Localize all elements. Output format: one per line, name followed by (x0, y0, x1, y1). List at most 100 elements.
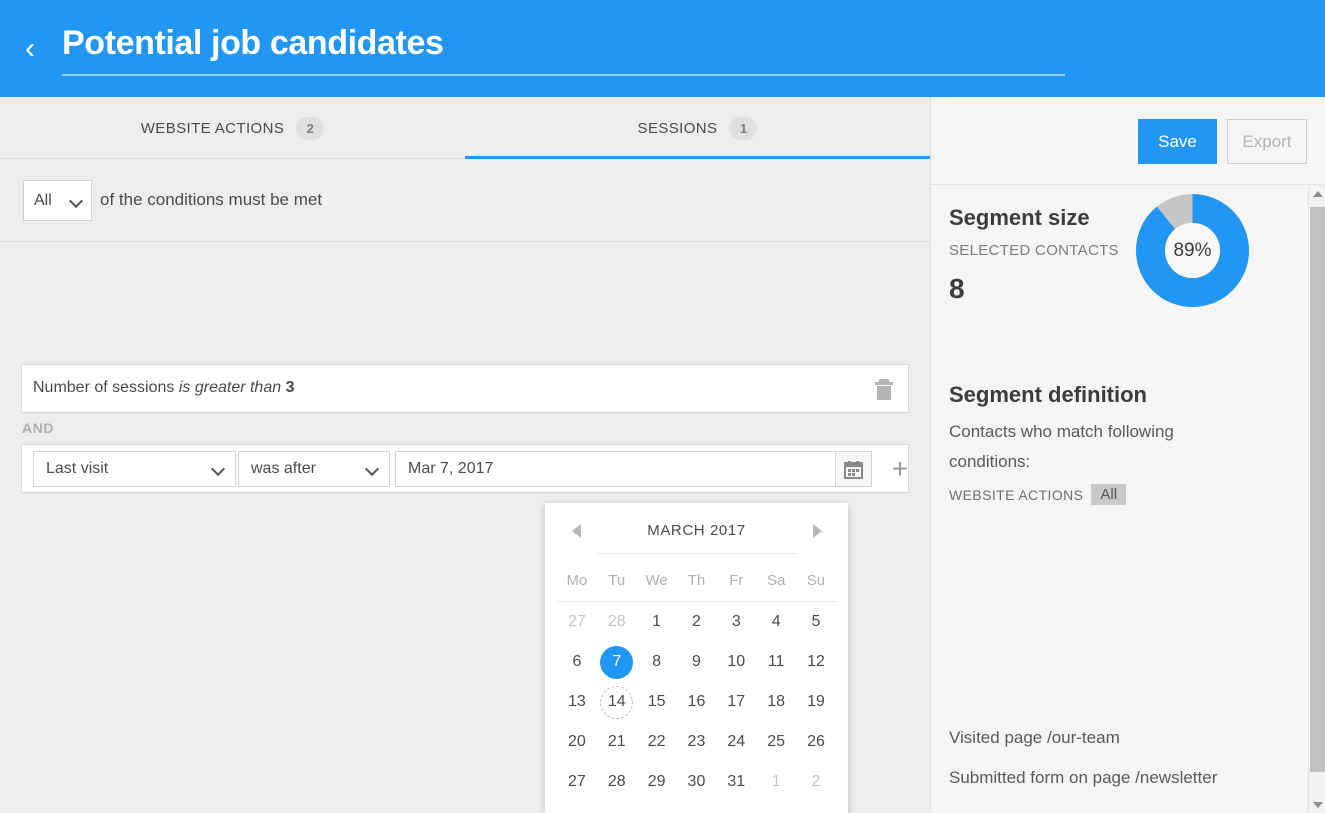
datepicker-day[interactable]: 27 (557, 602, 597, 642)
datepicker-day[interactable]: 5 (796, 602, 836, 642)
tab-website-actions[interactable]: WEBSITE ACTIONS 2 (0, 97, 465, 159)
chevron-down-icon (367, 464, 377, 474)
datepicker-day-label: 27 (568, 613, 586, 630)
datepicker-day[interactable]: 28 (597, 762, 637, 802)
definition-group-chip: All (1091, 484, 1127, 505)
datepicker-day[interactable]: 21 (597, 722, 637, 762)
calendar-icon[interactable] (836, 451, 872, 487)
datepicker-day-label: 1 (771, 773, 781, 790)
title-underline (62, 74, 1065, 76)
segment-editor-app: ‹ Potential job candidates WEBSITE ACTIO… (0, 0, 1325, 813)
datepicker-day[interactable]: 23 (677, 722, 717, 762)
tab-bar: WEBSITE ACTIONS 2 SESSIONS 1 (0, 97, 930, 159)
tab-sessions[interactable]: SESSIONS 1 (465, 97, 930, 159)
datepicker-day[interactable]: 26 (796, 722, 836, 762)
datepicker-day-label: 2 (811, 773, 821, 790)
datepicker-day-label: 15 (647, 693, 666, 710)
match-mode-select[interactable]: All (23, 180, 92, 221)
condition-builder-row: Last visit was after Mar 7, 2017 + (21, 444, 909, 493)
datepicker-day[interactable]: 19 (796, 682, 836, 722)
datepicker-day-label: 3 (731, 613, 741, 630)
match-rule-text: of the conditions must be met (100, 190, 323, 209)
datepicker-day[interactable]: 17 (716, 682, 756, 722)
datepicker-day[interactable]: 4 (756, 602, 796, 642)
save-button[interactable]: Save (1138, 119, 1217, 164)
condition-field-select[interactable]: Last visit (33, 451, 236, 487)
datepicker-day[interactable]: 14 (597, 682, 637, 722)
datepicker-day[interactable]: 16 (677, 682, 717, 722)
datepicker-day[interactable]: 2 (796, 762, 836, 802)
condition-joiner-label: AND (22, 420, 55, 436)
datepicker-day[interactable]: 1 (637, 602, 677, 642)
datepicker-day[interactable]: 27 (557, 762, 597, 802)
match-rule-row: All of the conditions must be met (0, 159, 930, 242)
datepicker-popup[interactable]: MARCH 2017 Mo Tu We Th Fr Sa Su 27 28 1 2 3 4 5 6 7 8 9 10… (545, 503, 848, 813)
trash-icon[interactable] (874, 378, 894, 401)
datepicker-day-label: 25 (767, 733, 786, 750)
datepicker-day-label: 8 (652, 653, 662, 670)
datepicker-day[interactable]: 28 (597, 602, 637, 642)
datepicker-day-label: 30 (687, 773, 706, 790)
datepicker-dow-fr: Fr (729, 571, 744, 589)
triangle-left-icon[interactable] (563, 518, 589, 544)
datepicker-day[interactable]: 12 (796, 642, 836, 682)
condition-field-value: Last visit (46, 460, 109, 477)
datepicker-day-label: 29 (647, 773, 666, 790)
definition-group-header-website-actions: WEBSITE ACTIONS All (949, 484, 1127, 505)
chevron-down-icon (213, 464, 223, 474)
datepicker-day[interactable]: 3 (716, 602, 756, 642)
datepicker-day[interactable]: 8 (756, 802, 796, 813)
datepicker-day-label: 28 (607, 773, 626, 790)
date-input[interactable]: Mar 7, 2017 (395, 451, 836, 487)
datepicker-day[interactable]: 7 (716, 802, 756, 813)
datepicker-day[interactable]: 8 (637, 642, 677, 682)
triangle-up-icon[interactable] (1309, 185, 1325, 202)
datepicker-day-label: 7 (720, 806, 753, 813)
scrollbar-thumb[interactable] (1310, 207, 1325, 772)
datepicker-day[interactable]: 5 (637, 802, 677, 813)
tab-website-actions-badge: 2 (296, 116, 325, 140)
datepicker-day-label: 21 (607, 733, 626, 750)
datepicker-day-label: 3 (560, 806, 593, 813)
datepicker-day[interactable]: 24 (716, 722, 756, 762)
datepicker-day[interactable]: 20 (557, 722, 597, 762)
datepicker-day[interactable]: 31 (716, 762, 756, 802)
datepicker-day[interactable]: 6 (557, 642, 597, 682)
panel-actions-bar: Save Export (931, 97, 1325, 185)
condition-operator-select[interactable]: was after (238, 451, 390, 487)
datepicker-day[interactable]: 3 (557, 802, 597, 813)
triangle-down-icon[interactable] (1309, 796, 1325, 813)
datepicker-day[interactable]: 30 (677, 762, 717, 802)
datepicker-day[interactable]: 13 (557, 682, 597, 722)
datepicker-day-label: 10 (727, 653, 746, 670)
datepicker-day[interactable]: 7 (597, 642, 637, 682)
condition-value: 3 (285, 379, 295, 396)
panel-scrollbar[interactable] (1308, 185, 1325, 813)
datepicker-day-label: 16 (687, 693, 706, 710)
plus-icon[interactable]: + (886, 455, 914, 483)
datepicker-day[interactable]: 15 (637, 682, 677, 722)
datepicker-day[interactable]: 6 (677, 802, 717, 813)
datepicker-day[interactable]: 9 (796, 802, 836, 813)
datepicker-day[interactable]: 22 (637, 722, 677, 762)
triangle-right-icon[interactable] (804, 518, 830, 544)
datepicker-day[interactable]: 9 (677, 642, 717, 682)
export-button[interactable]: Export (1227, 119, 1307, 164)
datepicker-day[interactable]: 29 (637, 762, 677, 802)
datepicker-day-label: 9 (799, 806, 832, 813)
datepicker-day-label: 18 (767, 693, 786, 710)
tab-website-actions-label: WEBSITE ACTIONS (140, 119, 285, 137)
segment-size-heading: Segment size (949, 205, 1090, 230)
datepicker-day[interactable]: 1 (756, 762, 796, 802)
datepicker-day-label: 13 (568, 693, 586, 710)
datepicker-day[interactable]: 4 (597, 802, 637, 813)
datepicker-day[interactable]: 2 (677, 602, 717, 642)
datepicker-day[interactable]: 25 (756, 722, 796, 762)
datepicker-day[interactable]: 18 (756, 682, 796, 722)
datepicker-dow-th: Th (687, 571, 706, 589)
datepicker-day[interactable]: 10 (716, 642, 756, 682)
condition-card-sessions[interactable]: Number of sessions is greater than 3 (21, 364, 909, 413)
datepicker-day-label: 8 (760, 806, 793, 813)
chevron-left-icon[interactable]: ‹ (14, 30, 46, 68)
datepicker-day[interactable]: 11 (756, 642, 796, 682)
